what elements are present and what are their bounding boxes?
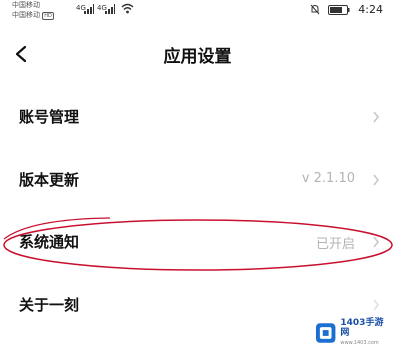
hd-badge: HD [42, 12, 54, 20]
watermark-logo-icon [315, 323, 336, 343]
watermark-url: www.1403.com [340, 340, 379, 346]
chevron-right-icon [373, 111, 380, 123]
version-value: v 2.1.10 [301, 171, 355, 186]
signal-1-icon [84, 4, 94, 14]
battery-icon [328, 4, 350, 15]
clock-label: 4:24 [358, 3, 383, 16]
page-title: 应用设置 [163, 47, 232, 67]
system-notification-label: 系统通知 [19, 233, 80, 251]
carrier-2-label: 中国移动 HD [12, 11, 54, 20]
status-bar: 中国移动 中国移动 HD 4G 4G 4:24 [0, 0, 395, 24]
title-bar: 应用设置 [0, 30, 395, 78]
version-update-item[interactable]: 版本更新 v 2.1.10 [0, 150, 395, 212]
account-management-item[interactable]: 账号管理 [0, 87, 395, 149]
notification-status-value: 已开启 [315, 237, 355, 252]
chevron-right-icon [373, 236, 380, 248]
chevron-right-icon [373, 174, 380, 186]
mute-bell-icon [310, 4, 320, 15]
account-management-label: 账号管理 [19, 108, 80, 126]
about-label: 关于一刻 [19, 296, 80, 314]
carrier-1-label: 中国移动 [12, 1, 40, 9]
system-notification-item[interactable]: 系统通知 已开启 [0, 212, 395, 274]
site-watermark: 1403手游网 www.1403.com [315, 318, 391, 348]
wifi-icon [121, 3, 134, 14]
chevron-right-icon [373, 299, 380, 311]
watermark-text: 1403手游网 [340, 318, 384, 338]
version-update-label: 版本更新 [19, 171, 80, 189]
signal-2-icon [105, 4, 115, 14]
